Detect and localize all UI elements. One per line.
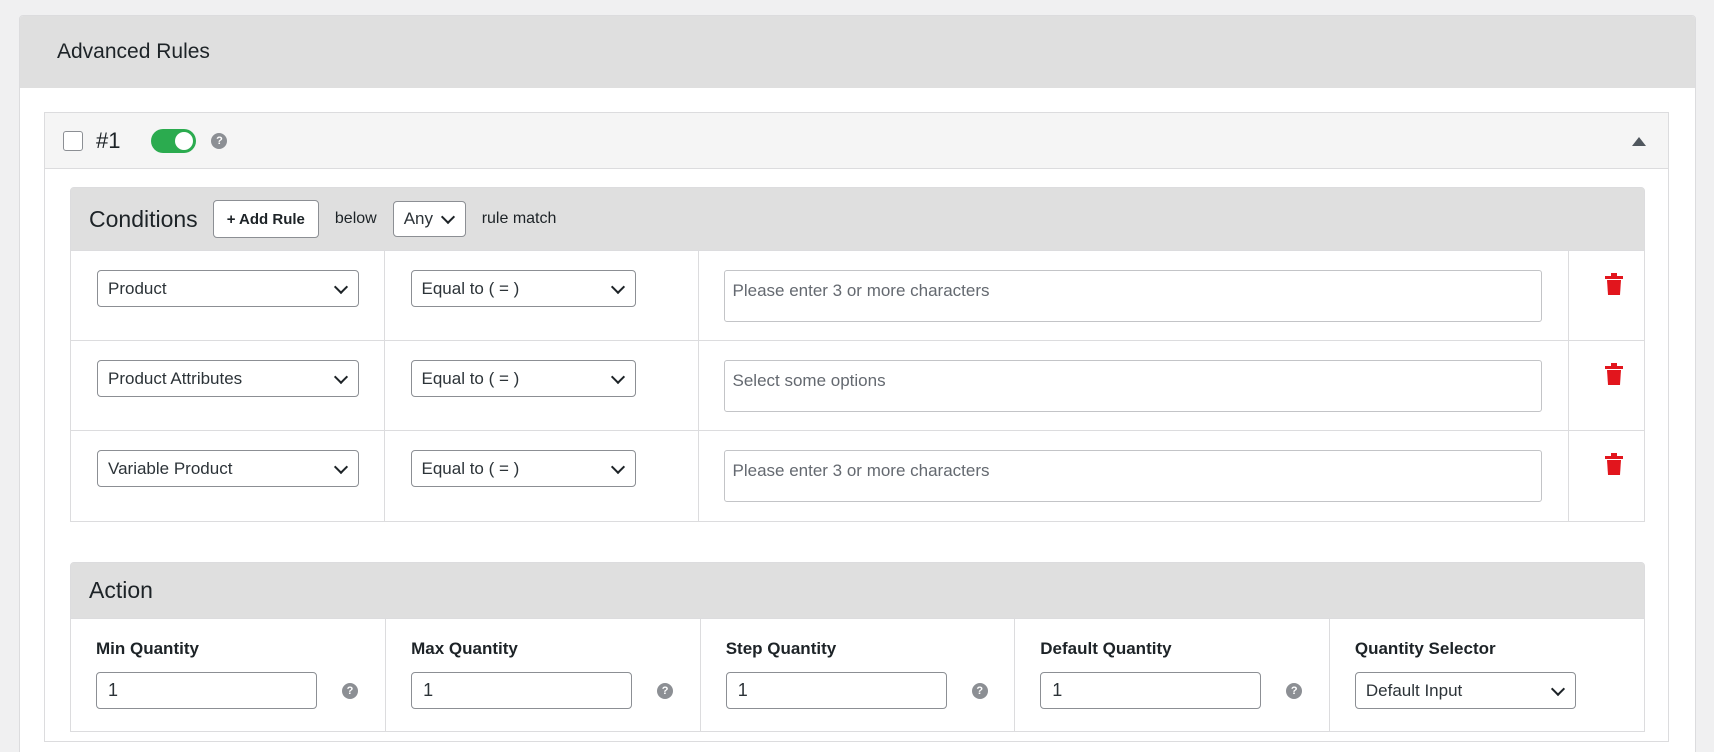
condition-field-value: Product Attributes (108, 368, 243, 388)
condition-field-value: Product (108, 278, 167, 298)
max-quantity-input[interactable]: 1 (411, 672, 633, 709)
rule-box: #1 ? Conditions + Add Rule below Any rul… (44, 112, 1669, 742)
rule-select-checkbox[interactable] (63, 130, 83, 151)
collapse-arrow-icon[interactable] (1632, 137, 1646, 146)
table-row: Min Quantity 1? Max Quantity 1? Step Qua… (71, 618, 1644, 731)
trash-icon[interactable] (1604, 273, 1623, 295)
action-section: Action Min Quantity 1? Max Quantity 1? S… (70, 562, 1645, 732)
condition-field-select[interactable]: Product (97, 270, 359, 307)
add-rule-button[interactable]: + Add Rule (212, 200, 319, 238)
condition-operator-select[interactable]: Equal to ( = ) (410, 360, 636, 397)
panel-header: Advanced Rules (20, 16, 1695, 88)
conditions-title: Conditions (89, 205, 198, 232)
below-label: below (334, 210, 377, 227)
condition-operator-value: Equal to ( = ) (421, 368, 520, 388)
table-row: Variable Product Equal to ( = ) Please e… (71, 430, 1644, 521)
condition-value-input[interactable]: Please enter 3 or more characters (723, 270, 1542, 322)
condition-value-multiselect[interactable]: Select some options (723, 360, 1542, 412)
panel-title: Advanced Rules (57, 40, 210, 63)
trash-icon[interactable] (1604, 453, 1623, 475)
step-quantity-input[interactable]: 1 (725, 672, 947, 709)
default-quantity-label: Default Quantity (1040, 639, 1172, 658)
quantity-selector-value: Default Input (1365, 680, 1463, 700)
condition-field-select[interactable]: Variable Product (97, 450, 359, 487)
match-type-select[interactable]: Any (392, 201, 466, 237)
action-header: Action (71, 563, 1644, 618)
table-row: Product Equal to ( = ) Please enter 3 or… (71, 250, 1644, 341)
chevron-down-icon (440, 209, 455, 225)
rule-header[interactable]: #1 ? (45, 113, 1668, 169)
chevron-down-icon (1550, 681, 1565, 696)
conditions-table: Product Equal to ( = ) Please enter 3 or… (71, 250, 1644, 521)
condition-value-input[interactable]: Please enter 3 or more characters (723, 450, 1542, 502)
condition-operator-select[interactable]: Equal to ( = ) (410, 270, 636, 307)
condition-field-value: Variable Product (108, 458, 233, 478)
max-quantity-label: Max Quantity (411, 639, 518, 658)
condition-operator-value: Equal to ( = ) (421, 458, 520, 478)
help-icon[interactable]: ? (971, 682, 988, 699)
action-title: Action (89, 577, 153, 603)
advanced-rules-panel: Advanced Rules #1 ? Conditions + Add Rul… (19, 15, 1696, 752)
help-icon[interactable]: ? (342, 682, 358, 699)
condition-operator-select[interactable]: Equal to ( = ) (410, 450, 636, 487)
match-type-value: Any (403, 209, 433, 228)
condition-operator-value: Equal to ( = ) (421, 278, 520, 298)
rule-number: #1 (96, 127, 121, 153)
quantity-selector-label: Quantity Selector (1354, 639, 1496, 658)
help-icon[interactable]: ? (211, 132, 228, 149)
chevron-down-icon (610, 369, 625, 384)
default-quantity-input[interactable]: 1 (1040, 672, 1262, 709)
chevron-down-icon (333, 459, 349, 474)
quantity-selector-select[interactable]: Default Input (1354, 672, 1576, 709)
conditions-section: Conditions + Add Rule below Any rule mat… (70, 187, 1645, 522)
help-icon[interactable]: ? (1286, 682, 1303, 699)
action-table: Min Quantity 1? Max Quantity 1? Step Qua… (71, 618, 1644, 731)
chevron-down-icon (333, 369, 349, 384)
step-quantity-label: Step Quantity (725, 639, 837, 658)
condition-field-select[interactable]: Product Attributes (97, 360, 359, 397)
help-icon[interactable]: ? (657, 682, 674, 699)
min-quantity-input[interactable]: 1 (96, 672, 317, 709)
rule-enabled-toggle[interactable] (151, 128, 197, 153)
min-quantity-label: Min Quantity (96, 639, 199, 658)
chevron-down-icon (610, 279, 625, 294)
chevron-down-icon (610, 459, 625, 474)
trash-icon[interactable] (1604, 363, 1623, 385)
chevron-down-icon (333, 279, 349, 294)
rule-match-label: rule match (481, 210, 557, 227)
conditions-header: Conditions + Add Rule below Any rule mat… (71, 188, 1644, 250)
table-row: Product Attributes Equal to ( = ) Select… (71, 340, 1644, 431)
